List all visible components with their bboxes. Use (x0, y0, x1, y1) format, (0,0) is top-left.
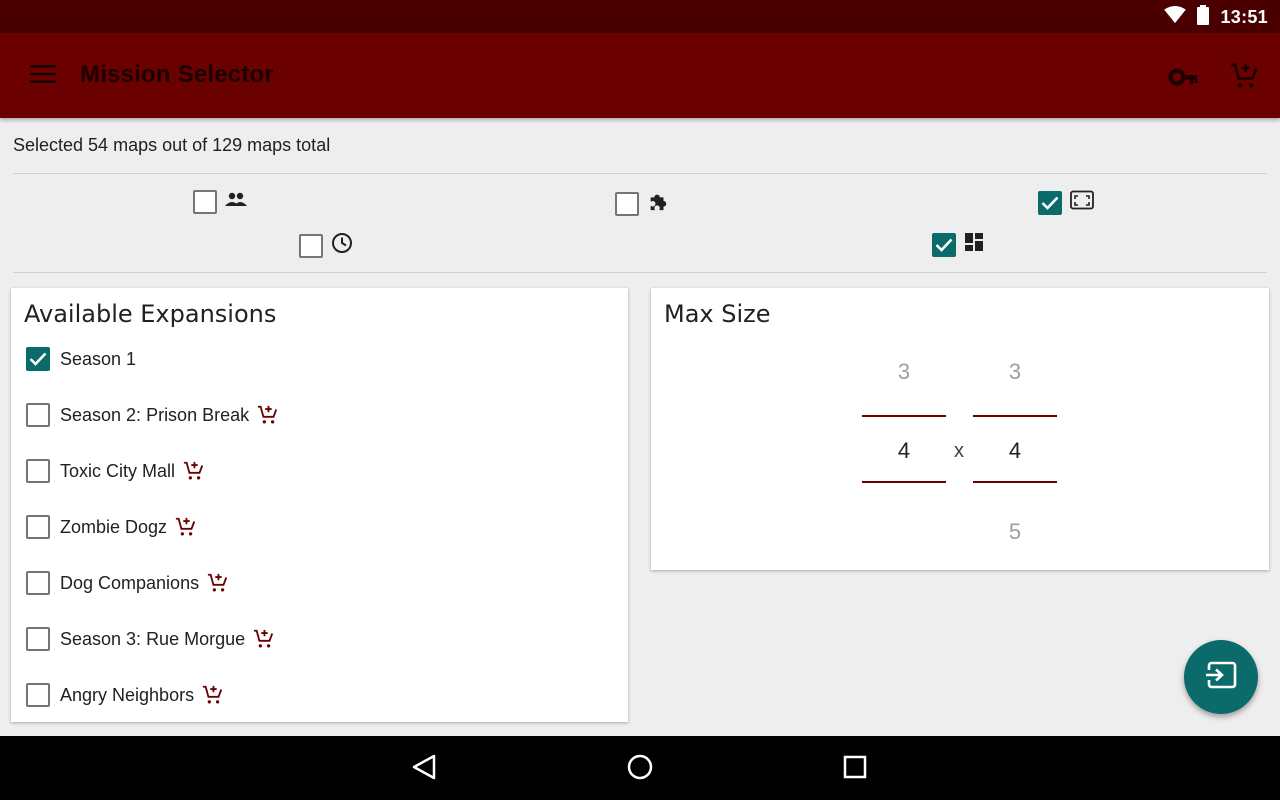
divider (13, 272, 1267, 273)
navigation-bar (0, 736, 1280, 800)
expansion-item[interactable]: Season 2: Prison Break (26, 401, 279, 429)
home-button[interactable] (625, 754, 655, 784)
width-prev-value[interactable]: 3 (862, 359, 946, 385)
key-icon (1168, 68, 1200, 97)
status-time: 13:51 (1220, 6, 1268, 27)
max-size-title: Max Size (664, 300, 771, 328)
filter-player-count[interactable] (193, 190, 247, 214)
filter-checkbox[interactable] (1038, 190, 1062, 215)
width-current-value[interactable]: 4 (862, 438, 946, 464)
input-icon (1205, 661, 1237, 694)
max-size-card: Max Size 3 4 x 3 4 5 (651, 288, 1269, 570)
filter-checkbox[interactable] (932, 232, 956, 257)
expansion-item[interactable]: Toxic City Mall (26, 457, 205, 485)
cart-add-icon[interactable] (253, 628, 275, 650)
expansion-checkbox[interactable] (26, 347, 50, 371)
picker-divider (862, 415, 946, 417)
height-prev-value[interactable]: 3 (973, 359, 1057, 385)
height-next-value[interactable]: 5 (973, 519, 1057, 545)
expansion-item[interactable]: Angry Neighbors (26, 681, 224, 709)
recents-icon (843, 755, 867, 784)
divider (13, 173, 1267, 174)
clock-icon (331, 232, 353, 259)
expansion-label: Season 2: Prison Break (60, 404, 250, 425)
expansion-checkbox[interactable] (26, 627, 50, 651)
filter-expansion[interactable] (615, 190, 669, 217)
shop-button[interactable] (1230, 61, 1262, 93)
expansion-label: Zombie Dogz (60, 516, 168, 537)
expansion-label: Angry Neighbors (60, 684, 195, 705)
people-icon (225, 192, 247, 213)
cart-add-icon[interactable] (207, 572, 229, 594)
expansions-card: Available Expansions Season 1 Season 2: … (11, 288, 628, 722)
recents-button[interactable] (840, 754, 870, 784)
back-icon (411, 753, 437, 786)
cart-add-icon[interactable] (257, 404, 279, 426)
expansion-label: Dog Companions (60, 572, 200, 593)
expansion-item[interactable]: Season 3: Rue Morgue (26, 625, 275, 653)
picker-divider (973, 481, 1057, 483)
cart-add-icon[interactable] (183, 460, 205, 482)
filter-layout[interactable] (932, 232, 984, 257)
expansions-title: Available Expansions (24, 300, 277, 328)
expansion-item[interactable]: Zombie Dogz (26, 513, 197, 541)
picker-divider (973, 415, 1057, 417)
filter-checkbox[interactable] (615, 191, 639, 216)
height-current-value[interactable]: 4 (973, 438, 1057, 464)
tile-size-icon (1070, 190, 1094, 215)
cart-add-icon (1230, 63, 1260, 95)
menu-button[interactable] (26, 59, 60, 93)
status-icons: 13:51 (1164, 4, 1268, 30)
apply-selection-button[interactable] (1184, 640, 1258, 714)
expansion-checkbox[interactable] (26, 515, 50, 539)
status-bar: 13:51 (0, 0, 1280, 33)
home-icon (626, 753, 654, 786)
expansion-label: Season 3: Rue Morgue (60, 628, 246, 649)
dashboard-icon (964, 232, 984, 257)
filter-checkbox[interactable] (299, 233, 323, 258)
expansion-label: Toxic City Mall (60, 460, 176, 481)
expansion-checkbox[interactable] (26, 403, 50, 427)
cart-add-icon[interactable] (202, 684, 224, 706)
menu-icon (30, 64, 56, 89)
expansion-label: Season 1 (60, 348, 137, 369)
expansion-checkbox[interactable] (26, 459, 50, 483)
wifi-icon (1164, 5, 1187, 29)
back-button[interactable] (409, 754, 439, 784)
app-bar: Mission Selector (0, 33, 1280, 118)
puzzle-icon (647, 190, 669, 217)
expansion-item[interactable]: Season 1 (26, 345, 136, 373)
filter-map-size[interactable] (1038, 190, 1094, 215)
cart-add-icon[interactable] (175, 516, 197, 538)
filter-duration[interactable] (299, 232, 353, 259)
filter-checkbox[interactable] (193, 190, 217, 214)
unlock-key-button[interactable] (1168, 61, 1200, 93)
battery-icon (1196, 4, 1210, 30)
expansion-checkbox[interactable] (26, 571, 50, 595)
size-separator: x (954, 440, 964, 462)
page-title: Mission Selector (80, 61, 274, 88)
selection-summary: Selected 54 maps out of 129 maps total (13, 135, 331, 155)
expansion-checkbox[interactable] (26, 683, 50, 707)
picker-divider (862, 481, 946, 483)
expansion-item[interactable]: Dog Companions (26, 569, 229, 597)
